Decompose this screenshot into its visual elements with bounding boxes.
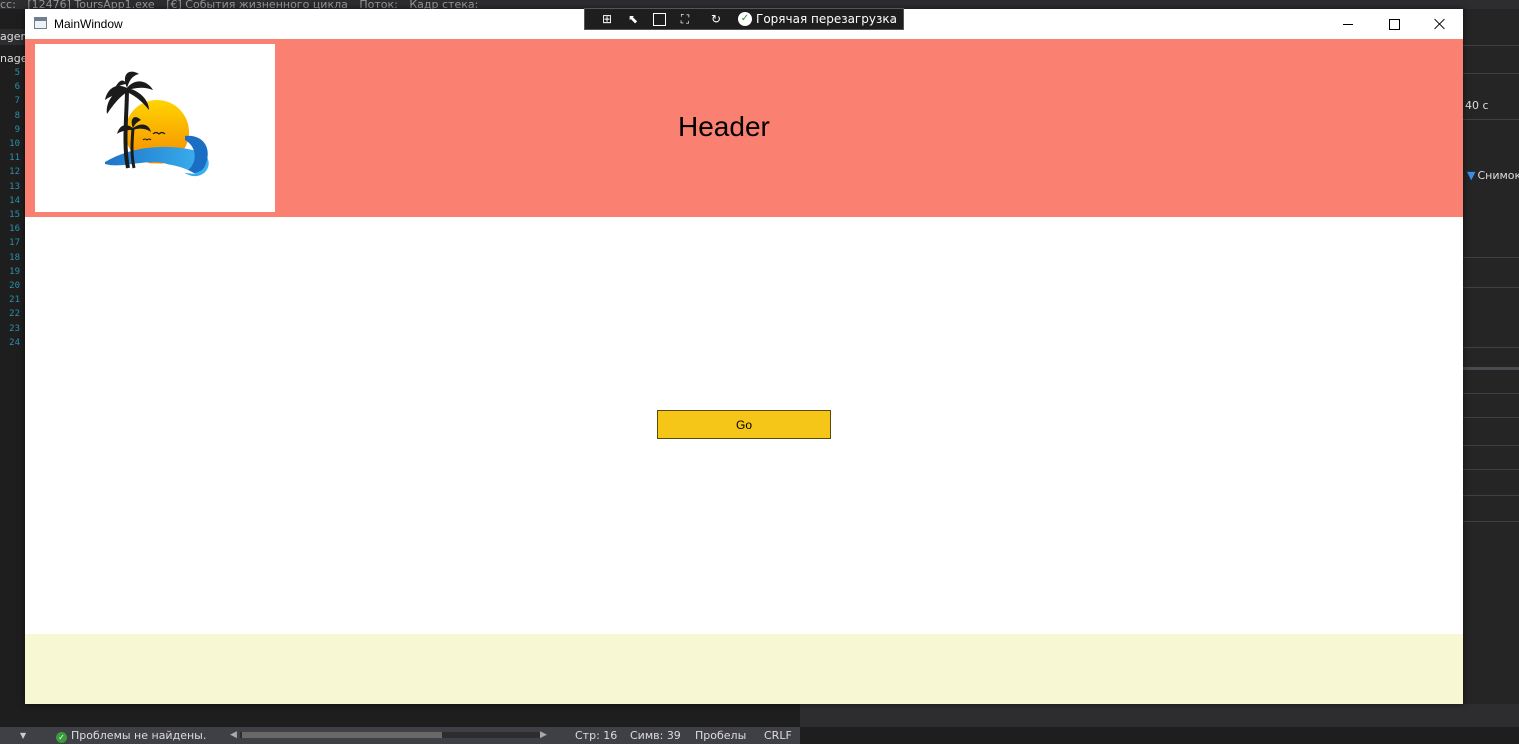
line-number: 9 <box>14 124 20 135</box>
line-number: 17 <box>9 238 20 249</box>
line-number: 12 <box>9 167 20 178</box>
logo-container <box>35 44 275 212</box>
line-number: 7 <box>14 96 20 107</box>
in-app-debug-toolbar: ⊞ ⬉ ⛶ ↻ ✓ Горячая перезагрузка ‹ <box>584 8 904 30</box>
problems-text: Проблемы не найдены. <box>71 729 207 742</box>
check-circle-icon: ✓ <box>738 12 752 26</box>
header-band: Header <box>25 39 1463 217</box>
ide-status-bar: ▼ ✓ Проблемы не найдены. ◀ ▶ Стр: 16 Симв… <box>0 727 800 744</box>
scroll-left-icon[interactable]: ◀ <box>230 727 237 744</box>
palm-tree-sunset-logo <box>105 71 209 177</box>
ide-lower-panel <box>800 704 1519 727</box>
scroll-right-icon[interactable]: ▶ <box>540 727 547 744</box>
line-indicator[interactable]: Стр: 16 <box>575 727 617 744</box>
zoom-dropdown-icon[interactable]: ▼ <box>20 727 26 744</box>
live-visual-tree-icon[interactable]: ⊞ <box>599 12 615 26</box>
line-number: 18 <box>9 252 20 263</box>
line-number: 19 <box>9 266 20 277</box>
line-number: 10 <box>9 139 20 150</box>
column-indicator[interactable]: Симв: 39 <box>630 727 681 744</box>
line-number: 23 <box>9 323 20 334</box>
ide-diagnostics-panel: 40 с ▼ Снимок <box>1463 9 1519 727</box>
triangle-down-icon: ▼ <box>1467 169 1476 182</box>
snapshot-label: Снимок <box>1477 169 1519 182</box>
ide-editor-gutter: ager nage 5 6 7 8 9 10 11 12 13 14 15 16 17 18 19 20 21 2… <box>0 9 25 727</box>
ide-tab-2[interactable]: nage <box>0 51 25 67</box>
line-number: 13 <box>9 181 20 192</box>
spacing-indicator[interactable]: Пробелы <box>695 727 746 744</box>
line-number: 24 <box>9 337 20 348</box>
close-button[interactable] <box>1417 9 1463 39</box>
line-number: 11 <box>9 153 20 164</box>
line-number: 22 <box>9 309 20 320</box>
line-number: 21 <box>9 295 20 306</box>
process-dropdown[interactable]: [12476] ToursApp1.exe <box>27 0 154 9</box>
line-number: 14 <box>9 195 20 206</box>
main-window: MainWindow Header Go <box>25 9 1463 704</box>
track-focus-icon[interactable]: ⛶ <box>677 12 693 26</box>
process-label: cc: <box>0 0 16 9</box>
ide-tab-1[interactable]: ager <box>0 29 25 45</box>
select-element-icon[interactable]: ⬉ <box>625 12 641 26</box>
stack-frame-label: Кадр стека: <box>409 0 479 9</box>
line-number: 8 <box>14 110 20 121</box>
line-number: 5 <box>14 68 20 78</box>
line-numbers: 5 6 7 8 9 10 11 12 13 14 15 16 17 18 19 20 21 22 23 24 <box>0 66 20 350</box>
line-number: 6 <box>14 82 20 93</box>
close-icon <box>1434 18 1446 30</box>
line-number: 20 <box>9 281 20 292</box>
maximize-button[interactable] <box>1371 9 1417 39</box>
check-circle-icon: ✓ <box>56 732 67 743</box>
display-layout-adorners-icon[interactable] <box>653 13 666 26</box>
minimize-icon <box>1343 23 1353 25</box>
thread-label: Поток: <box>359 0 398 9</box>
collapse-toolbar-icon[interactable]: ‹ <box>890 9 895 29</box>
hot-reload-icon[interactable]: ↻ <box>708 12 724 26</box>
hot-reload-label[interactable]: Горячая перезагрузка <box>756 9 897 29</box>
minimize-button[interactable] <box>1325 9 1371 39</box>
ide-status-right <box>800 727 1519 744</box>
lifecycle-events-dropdown[interactable]: [€] События жизненного цикла <box>166 0 348 9</box>
go-button[interactable]: Go <box>657 410 831 439</box>
take-snapshot-button[interactable]: ▼ Снимок <box>1467 169 1519 182</box>
footer-band <box>25 634 1463 704</box>
line-ending-indicator[interactable]: CRLF <box>764 727 792 744</box>
header-title: Header <box>678 111 770 142</box>
line-number: 15 <box>9 210 20 221</box>
window-title: MainWindow <box>54 17 123 31</box>
scrollbar-thumb[interactable] <box>242 732 442 738</box>
window-app-icon <box>34 17 47 29</box>
line-number: 16 <box>9 224 20 235</box>
timeline-ruler-label: 40 с <box>1465 99 1489 112</box>
problems-indicator[interactable]: ✓ Проблемы не найдены. <box>56 727 206 744</box>
maximize-icon <box>1388 18 1400 30</box>
